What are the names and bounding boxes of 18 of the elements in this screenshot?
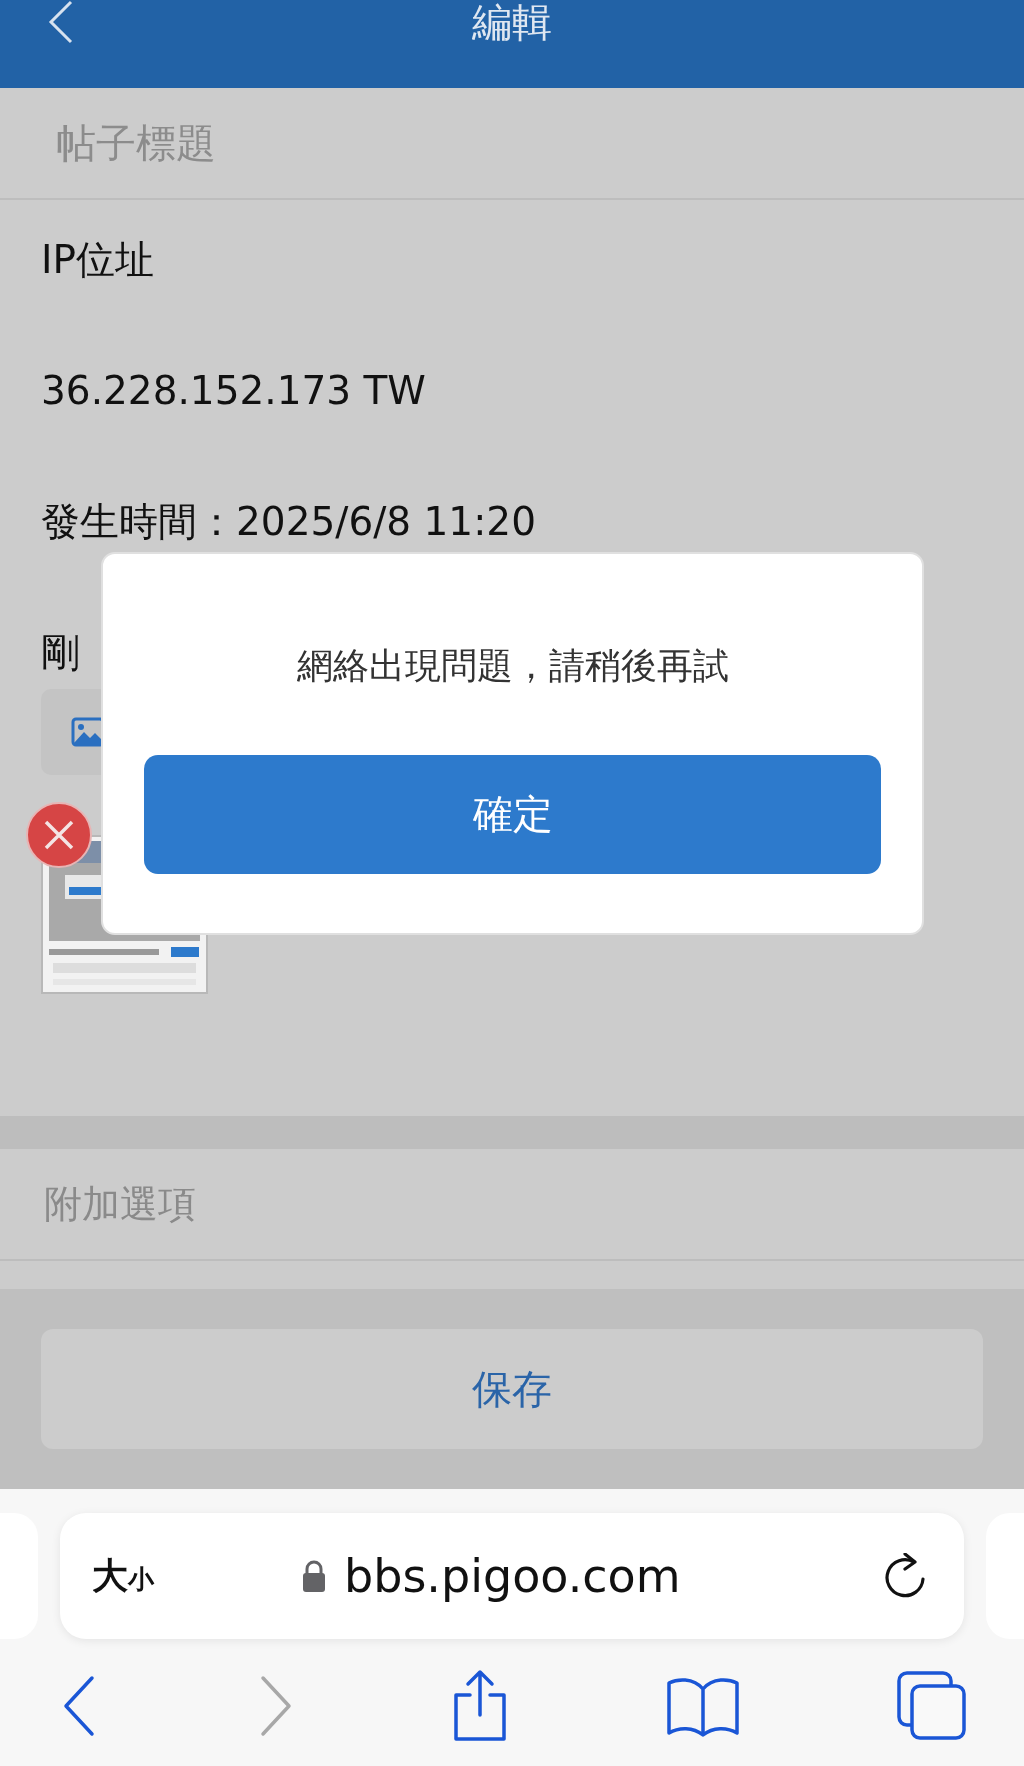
book-icon[interactable] [665, 1675, 741, 1737]
save-button[interactable]: 保存 [41, 1329, 983, 1449]
confirm-button[interactable]: 確定 [144, 755, 881, 874]
url-text: bbs.pigoo.com [344, 1549, 681, 1603]
alert-message: 網絡出現問題，請稍後再試 [296, 644, 729, 688]
content-text: 剛 [41, 629, 80, 677]
content-text: 36.228.152.173 TW [41, 367, 426, 415]
content-text: 發生時間：2025/6/8 11:20 [41, 498, 536, 546]
lock-icon [302, 1560, 326, 1592]
text-size-button[interactable]: 大小 [92, 1551, 302, 1601]
page-title: 編輯 [471, 0, 553, 44]
title-field[interactable]: 帖子標題 [56, 120, 656, 166]
tabs-icon[interactable] [896, 1670, 968, 1742]
address-bar[interactable]: 大小 bbs.pigoo.com [60, 1513, 964, 1639]
remove-icon[interactable] [26, 802, 92, 868]
reload-icon[interactable] [884, 1553, 928, 1599]
back-icon[interactable] [48, 0, 74, 44]
content-text: IP位址 [41, 236, 155, 284]
